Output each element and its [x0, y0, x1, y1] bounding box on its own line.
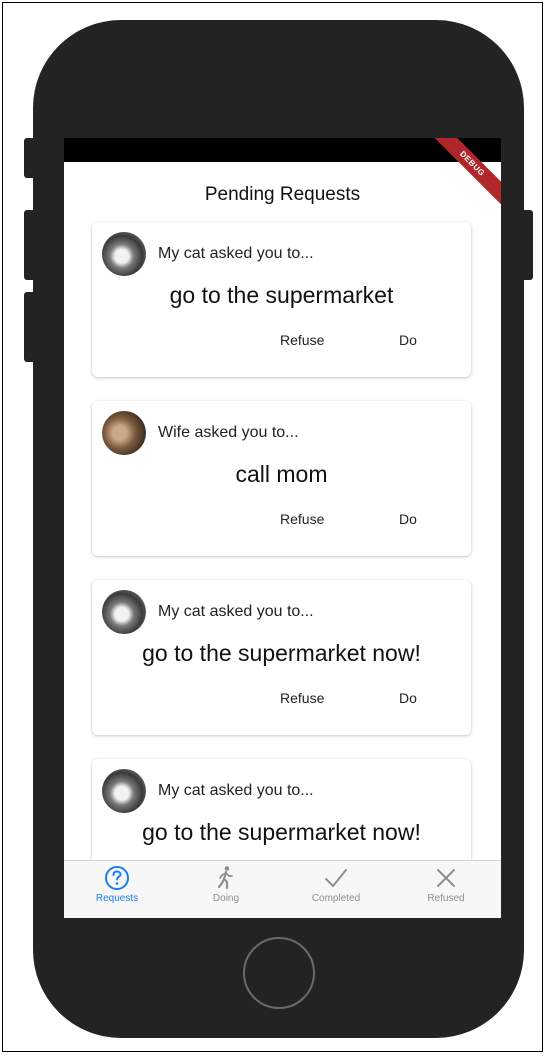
home-button[interactable]	[243, 937, 315, 1009]
do-button[interactable]: Do	[399, 332, 417, 348]
tab-requests[interactable]: Requests	[72, 865, 162, 917]
page-title: Pending Requests	[204, 184, 361, 205]
checkmark-icon	[291, 865, 381, 891]
tab-label: Completed	[311, 893, 361, 904]
x-icon	[401, 865, 491, 891]
task-text: go to the supermarket	[169, 282, 394, 308]
do-button[interactable]: Do	[399, 690, 417, 706]
walking-person-icon	[181, 865, 271, 891]
asker-text: My cat asked you to...	[158, 782, 314, 799]
task-text: go to the supermarket now!	[142, 819, 421, 845]
status-bar	[64, 138, 501, 162]
refuse-button[interactable]: Refuse	[280, 511, 324, 527]
app-screen: DEBUG Pending Requests My cat asked you …	[64, 138, 501, 918]
request-card: My cat asked you to... go to the superma…	[92, 222, 471, 377]
refuse-button[interactable]: Refuse	[280, 332, 324, 348]
do-button[interactable]: Do	[399, 511, 417, 527]
wife-avatar	[102, 411, 146, 455]
tab-doing[interactable]: Doing	[181, 865, 271, 917]
tab-completed[interactable]: Completed	[291, 865, 381, 917]
cat-avatar	[102, 232, 146, 276]
asker-text: My cat asked you to...	[158, 245, 314, 262]
task-text: go to the supermarket now!	[142, 640, 421, 666]
asker-text: My cat asked you to...	[158, 603, 314, 620]
tab-label: Refused	[427, 893, 465, 904]
task-text: call mom	[235, 461, 328, 487]
request-card: Wife asked you to... call mom Refuse Do	[92, 401, 471, 556]
tab-refused[interactable]: Refused	[401, 865, 491, 917]
power-button	[523, 210, 533, 280]
question-circle-icon	[72, 865, 162, 891]
tab-label: Requests	[95, 893, 139, 904]
cat-avatar	[102, 769, 146, 813]
tab-label: Doing	[212, 893, 240, 904]
request-card: My cat asked you to... go to the superma…	[92, 580, 471, 735]
cat-avatar	[102, 590, 146, 634]
bottom-tab-bar: Requests Doing Completed Refused	[64, 860, 501, 918]
refuse-button[interactable]: Refuse	[280, 690, 324, 706]
asker-text: Wife asked you to...	[158, 424, 299, 441]
